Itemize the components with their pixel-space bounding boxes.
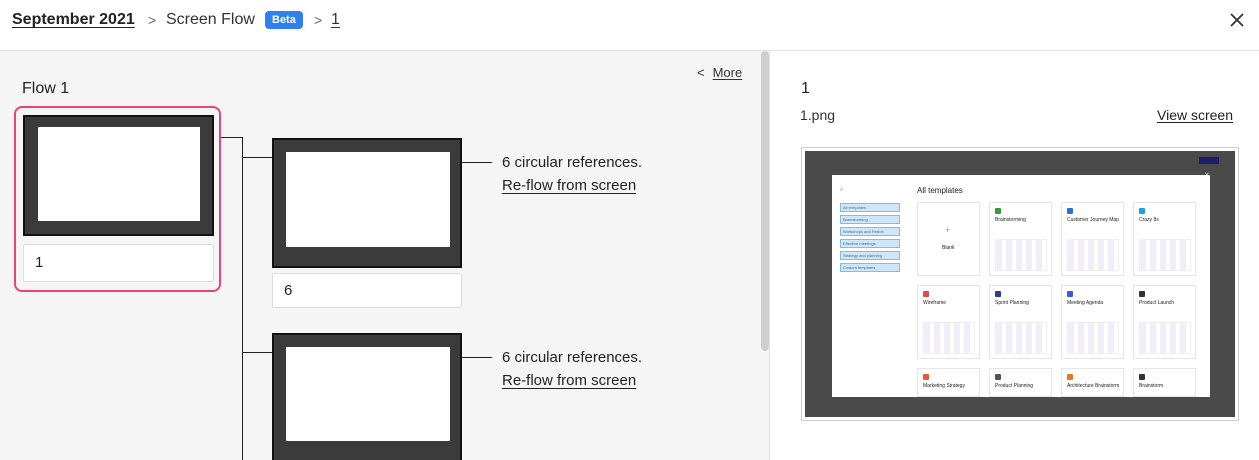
preview-toolbar-button <box>1199 157 1219 164</box>
node-label: 1 <box>23 244 214 282</box>
template-icon <box>1139 291 1145 297</box>
breadcrumb-flow: Screen Flow <box>166 11 255 28</box>
connector-line <box>242 137 243 460</box>
template-icon <box>1067 374 1073 380</box>
template-card: Marketing Strategy <box>917 368 980 397</box>
template-icon <box>995 291 1001 297</box>
top-bar: September 2021 > Screen Flow Beta > 1 <box>0 0 1259 51</box>
thumbnail-screen <box>38 127 200 221</box>
template-art <box>1139 322 1191 354</box>
breadcrumb-separator: > <box>148 12 157 28</box>
connector-line <box>242 352 272 353</box>
sidebar-item: Custom templates <box>840 263 900 272</box>
template-card: Sprint Planning <box>989 285 1052 359</box>
close-icon[interactable] <box>1226 9 1248 31</box>
circular-references-text: 6 circular references. <box>502 154 643 171</box>
template-icon <box>923 374 929 380</box>
screen-thumbnail[interactable] <box>272 138 462 268</box>
screen-title: 1 <box>801 80 810 97</box>
template-icon <box>995 374 1001 380</box>
template-icon <box>923 291 929 297</box>
thumbnail-screen <box>286 347 450 441</box>
screen-filename: 1.png <box>800 107 836 123</box>
template-art <box>923 322 975 354</box>
sidebar-item: Brainstorming <box>840 215 900 224</box>
sidebar-item: All templates <box>840 203 900 212</box>
template-card: Product Launch <box>1133 285 1196 359</box>
template-card: Brainstorming <box>989 202 1052 276</box>
template-icon <box>1067 208 1073 214</box>
template-icon <box>995 208 1001 214</box>
template-card: Product Planning <box>989 368 1052 397</box>
flow-node-selected[interactable]: 1 <box>14 106 221 292</box>
template-art <box>1139 239 1191 271</box>
template-card: + Blank <box>917 202 980 276</box>
beta-badge: Beta <box>265 11 303 29</box>
node-label: 6 <box>272 273 462 308</box>
template-card: Wireframe <box>917 285 980 359</box>
template-card: Brainstorm <box>1133 368 1196 397</box>
template-card: Meeting Agenda <box>1061 285 1124 359</box>
connector-line <box>242 157 272 158</box>
screen-preview: ✕ All templates ⌕ All templates Brainsto… <box>801 147 1239 421</box>
reflow-from-screen-link[interactable]: Re-flow from screen <box>502 177 636 194</box>
more-label: More <box>712 65 743 80</box>
details-panel: 1 1.png View screen ✕ All templates ⌕ Al… <box>771 51 1259 460</box>
sidebar-item: Strategy and planning <box>840 251 900 260</box>
connector-line <box>462 357 492 358</box>
template-art <box>995 322 1047 354</box>
more-link[interactable]: < More <box>697 65 742 80</box>
circular-references-text: 6 circular references. <box>502 349 643 366</box>
breadcrumb-root-link[interactable]: September 2021 <box>12 11 135 29</box>
template-card: Crazy 8s <box>1133 202 1196 276</box>
template-icon <box>1139 208 1145 214</box>
search-icon: ⌕ <box>840 187 844 193</box>
template-art <box>995 239 1047 271</box>
template-card: Architecture Brainstorm <box>1061 368 1124 397</box>
template-icon <box>1067 291 1073 297</box>
screen-thumbnail[interactable] <box>272 333 462 460</box>
template-icon <box>1139 374 1145 380</box>
template-art <box>1067 239 1119 271</box>
preview-image: ✕ All templates ⌕ All templates Brainsto… <box>805 151 1235 417</box>
breadcrumb-current-link[interactable]: 1 <box>331 11 340 29</box>
sidebar-item: Effective meetings <box>840 239 900 248</box>
modal-title: All templates <box>917 186 963 195</box>
flow-title: Flow 1 <box>22 80 70 97</box>
flow-canvas: Flow 1 < More 1 6 6 circular references. … <box>0 51 770 460</box>
breadcrumb-separator: > <box>314 12 323 28</box>
connector-line <box>462 162 492 163</box>
templates-modal: All templates ⌕ All templates Brainstorm… <box>832 175 1210 397</box>
scrollbar[interactable] <box>761 51 769 351</box>
sidebar-item: Workshops and Retros <box>840 227 900 236</box>
template-art <box>1067 322 1119 354</box>
screen-thumbnail[interactable] <box>23 115 214 236</box>
template-card: Customer Journey Map <box>1061 202 1124 276</box>
reflow-from-screen-link[interactable]: Re-flow from screen <box>502 372 636 389</box>
chevron-left-icon: < <box>697 65 705 80</box>
view-screen-link[interactable]: View screen <box>1157 107 1233 123</box>
plus-icon: + <box>945 225 951 235</box>
thumbnail-screen <box>286 152 450 247</box>
